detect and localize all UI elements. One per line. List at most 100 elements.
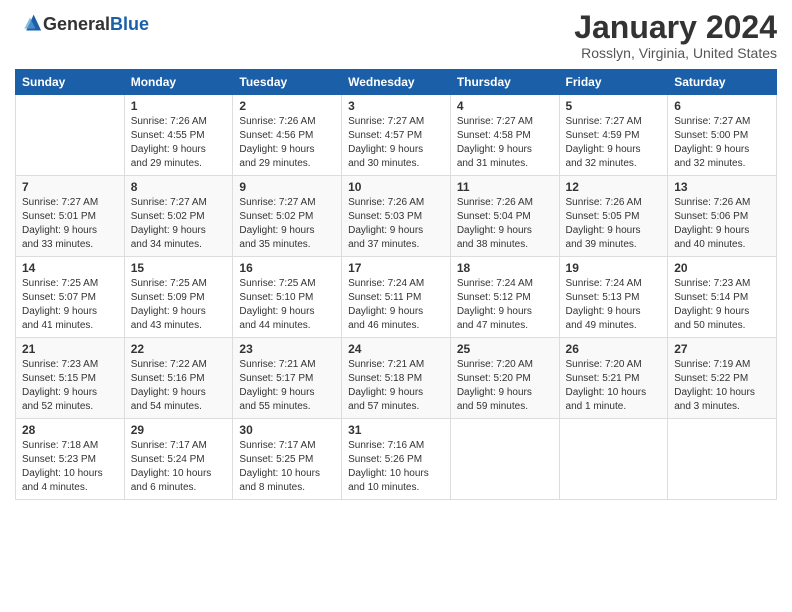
day-number: 30 (239, 423, 335, 437)
logo-general: General (43, 14, 110, 34)
day-info: Sunrise: 7:24 AM Sunset: 5:11 PM Dayligh… (348, 277, 444, 333)
day-info: Sunrise: 7:22 AM Sunset: 5:16 PM Dayligh… (131, 358, 227, 414)
calendar-cell: 15 Sunrise: 7:25 AM Sunset: 5:09 PM Dayli… (124, 257, 233, 338)
calendar-cell: 9 Sunrise: 7:27 AM Sunset: 5:02 PM Daylig… (233, 176, 342, 257)
day-info: Sunrise: 7:20 AM Sunset: 5:21 PM Dayligh… (566, 358, 662, 414)
day-number: 26 (566, 342, 662, 356)
day-number: 9 (239, 180, 335, 194)
calendar-cell: 30 Sunrise: 7:17 AM Sunset: 5:25 PM Dayli… (233, 419, 342, 500)
day-info: Sunrise: 7:21 AM Sunset: 5:18 PM Dayligh… (348, 358, 444, 414)
day-number: 23 (239, 342, 335, 356)
calendar-cell: 4Sunrise: 7:27 AM Sunset: 4:58 PM Daylig… (450, 95, 559, 176)
header-wednesday: Wednesday (342, 70, 451, 95)
header-tuesday: Tuesday (233, 70, 342, 95)
calendar-table: Sunday Monday Tuesday Wednesday Thursday… (15, 69, 777, 500)
day-number: 3 (348, 99, 444, 113)
calendar-cell: 19Sunrise: 7:24 AM Sunset: 5:13 PM Dayli… (559, 257, 668, 338)
calendar-header-row: Sunday Monday Tuesday Wednesday Thursday… (16, 70, 777, 95)
calendar-cell: 29 Sunrise: 7:17 AM Sunset: 5:24 PM Dayli… (124, 419, 233, 500)
day-number: 12 (566, 180, 662, 194)
calendar-cell: 7 Sunrise: 7:27 AM Sunset: 5:01 PM Daylig… (16, 176, 125, 257)
calendar-cell: 12Sunrise: 7:26 AM Sunset: 5:05 PM Dayli… (559, 176, 668, 257)
month-year: January 2024 (574, 10, 777, 45)
calendar-cell: 31Sunrise: 7:16 AM Sunset: 5:26 PM Dayli… (342, 419, 451, 500)
day-info: Sunrise: 7:17 AM Sunset: 5:24 PM Dayligh… (131, 439, 227, 495)
day-info: Sunrise: 7:19 AM Sunset: 5:22 PM Dayligh… (674, 358, 770, 414)
day-info: Sunrise: 7:21 AM Sunset: 5:17 PM Dayligh… (239, 358, 335, 414)
calendar-cell: 18 Sunrise: 7:24 AM Sunset: 5:12 PM Dayli… (450, 257, 559, 338)
logo-blue: Blue (110, 14, 149, 34)
day-number: 19 (566, 261, 662, 275)
header-thursday: Thursday (450, 70, 559, 95)
calendar-cell: 3Sunrise: 7:27 AM Sunset: 4:57 PM Daylig… (342, 95, 451, 176)
day-info: Sunrise: 7:17 AM Sunset: 5:25 PM Dayligh… (239, 439, 335, 495)
day-number: 2 (239, 99, 335, 113)
calendar-cell: 22 Sunrise: 7:22 AM Sunset: 5:16 PM Dayli… (124, 338, 233, 419)
day-number: 13 (674, 180, 770, 194)
header-monday: Monday (124, 70, 233, 95)
calendar-cell: 13 Sunrise: 7:26 AM Sunset: 5:06 PM Dayli… (668, 176, 777, 257)
day-number: 28 (22, 423, 118, 437)
day-info: Sunrise: 7:23 AM Sunset: 5:14 PM Dayligh… (674, 277, 770, 333)
day-info: Sunrise: 7:27 AM Sunset: 5:01 PM Dayligh… (22, 196, 118, 252)
day-number: 6 (674, 99, 770, 113)
title-block: January 2024 Rosslyn, Virginia, United S… (574, 10, 777, 61)
day-info: Sunrise: 7:25 AM Sunset: 5:07 PM Dayligh… (22, 277, 118, 333)
calendar-week-row: 21 Sunrise: 7:23 AM Sunset: 5:15 PM Dayli… (16, 338, 777, 419)
day-info: Sunrise: 7:26 AM Sunset: 5:04 PM Dayligh… (457, 196, 553, 252)
day-number: 14 (22, 261, 118, 275)
calendar-cell: 17 Sunrise: 7:24 AM Sunset: 5:11 PM Dayli… (342, 257, 451, 338)
day-number: 5 (566, 99, 662, 113)
calendar-week-row: 28 Sunrise: 7:18 AM Sunset: 5:23 PM Dayli… (16, 419, 777, 500)
calendar-cell: 14 Sunrise: 7:25 AM Sunset: 5:07 PM Dayli… (16, 257, 125, 338)
day-info: Sunrise: 7:23 AM Sunset: 5:15 PM Dayligh… (22, 358, 118, 414)
calendar-cell: 11 Sunrise: 7:26 AM Sunset: 5:04 PM Dayli… (450, 176, 559, 257)
day-info: Sunrise: 7:20 AM Sunset: 5:20 PM Dayligh… (457, 358, 553, 414)
logo: GeneralBlue (15, 10, 149, 38)
calendar-cell: 6Sunrise: 7:27 AM Sunset: 5:00 PM Daylig… (668, 95, 777, 176)
day-number: 18 (457, 261, 553, 275)
day-info: Sunrise: 7:18 AM Sunset: 5:23 PM Dayligh… (22, 439, 118, 495)
day-info: Sunrise: 7:26 AM Sunset: 5:06 PM Dayligh… (674, 196, 770, 252)
calendar-cell: 28 Sunrise: 7:18 AM Sunset: 5:23 PM Dayli… (16, 419, 125, 500)
calendar-cell: 1 Sunrise: 7:26 AM Sunset: 4:55 PM Daylig… (124, 95, 233, 176)
day-number: 8 (131, 180, 227, 194)
day-info: Sunrise: 7:25 AM Sunset: 5:10 PM Dayligh… (239, 277, 335, 333)
calendar-cell: 8 Sunrise: 7:27 AM Sunset: 5:02 PM Daylig… (124, 176, 233, 257)
calendar-cell: 5Sunrise: 7:27 AM Sunset: 4:59 PM Daylig… (559, 95, 668, 176)
calendar-cell: 25Sunrise: 7:20 AM Sunset: 5:20 PM Dayli… (450, 338, 559, 419)
day-info: Sunrise: 7:27 AM Sunset: 5:02 PM Dayligh… (239, 196, 335, 252)
day-info: Sunrise: 7:26 AM Sunset: 5:03 PM Dayligh… (348, 196, 444, 252)
day-number: 7 (22, 180, 118, 194)
day-number: 29 (131, 423, 227, 437)
day-info: Sunrise: 7:26 AM Sunset: 4:56 PM Dayligh… (239, 115, 335, 171)
day-info: Sunrise: 7:25 AM Sunset: 5:09 PM Dayligh… (131, 277, 227, 333)
calendar-cell: 2 Sunrise: 7:26 AM Sunset: 4:56 PM Daylig… (233, 95, 342, 176)
day-number: 22 (131, 342, 227, 356)
day-info: Sunrise: 7:24 AM Sunset: 5:12 PM Dayligh… (457, 277, 553, 333)
day-number: 31 (348, 423, 444, 437)
day-info: Sunrise: 7:27 AM Sunset: 5:02 PM Dayligh… (131, 196, 227, 252)
calendar-cell (559, 419, 668, 500)
day-number: 17 (348, 261, 444, 275)
calendar-cell (668, 419, 777, 500)
calendar-cell: 27 Sunrise: 7:19 AM Sunset: 5:22 PM Dayli… (668, 338, 777, 419)
calendar-cell: 20Sunrise: 7:23 AM Sunset: 5:14 PM Dayli… (668, 257, 777, 338)
calendar-cell: 10Sunrise: 7:26 AM Sunset: 5:03 PM Dayli… (342, 176, 451, 257)
day-info: Sunrise: 7:26 AM Sunset: 4:55 PM Dayligh… (131, 115, 227, 171)
logo-icon (15, 10, 43, 38)
calendar-cell: 26 Sunrise: 7:20 AM Sunset: 5:21 PM Dayli… (559, 338, 668, 419)
page-container: GeneralBlue January 2024 Rosslyn, Virgin… (0, 0, 792, 510)
day-number: 24 (348, 342, 444, 356)
calendar-cell: 23 Sunrise: 7:21 AM Sunset: 5:17 PM Dayli… (233, 338, 342, 419)
day-number: 21 (22, 342, 118, 356)
header: GeneralBlue January 2024 Rosslyn, Virgin… (15, 10, 777, 61)
calendar-cell: 16Sunrise: 7:25 AM Sunset: 5:10 PM Dayli… (233, 257, 342, 338)
day-number: 1 (131, 99, 227, 113)
calendar-cell (16, 95, 125, 176)
day-number: 11 (457, 180, 553, 194)
calendar-cell (450, 419, 559, 500)
day-number: 15 (131, 261, 227, 275)
day-info: Sunrise: 7:27 AM Sunset: 4:58 PM Dayligh… (457, 115, 553, 171)
day-number: 27 (674, 342, 770, 356)
